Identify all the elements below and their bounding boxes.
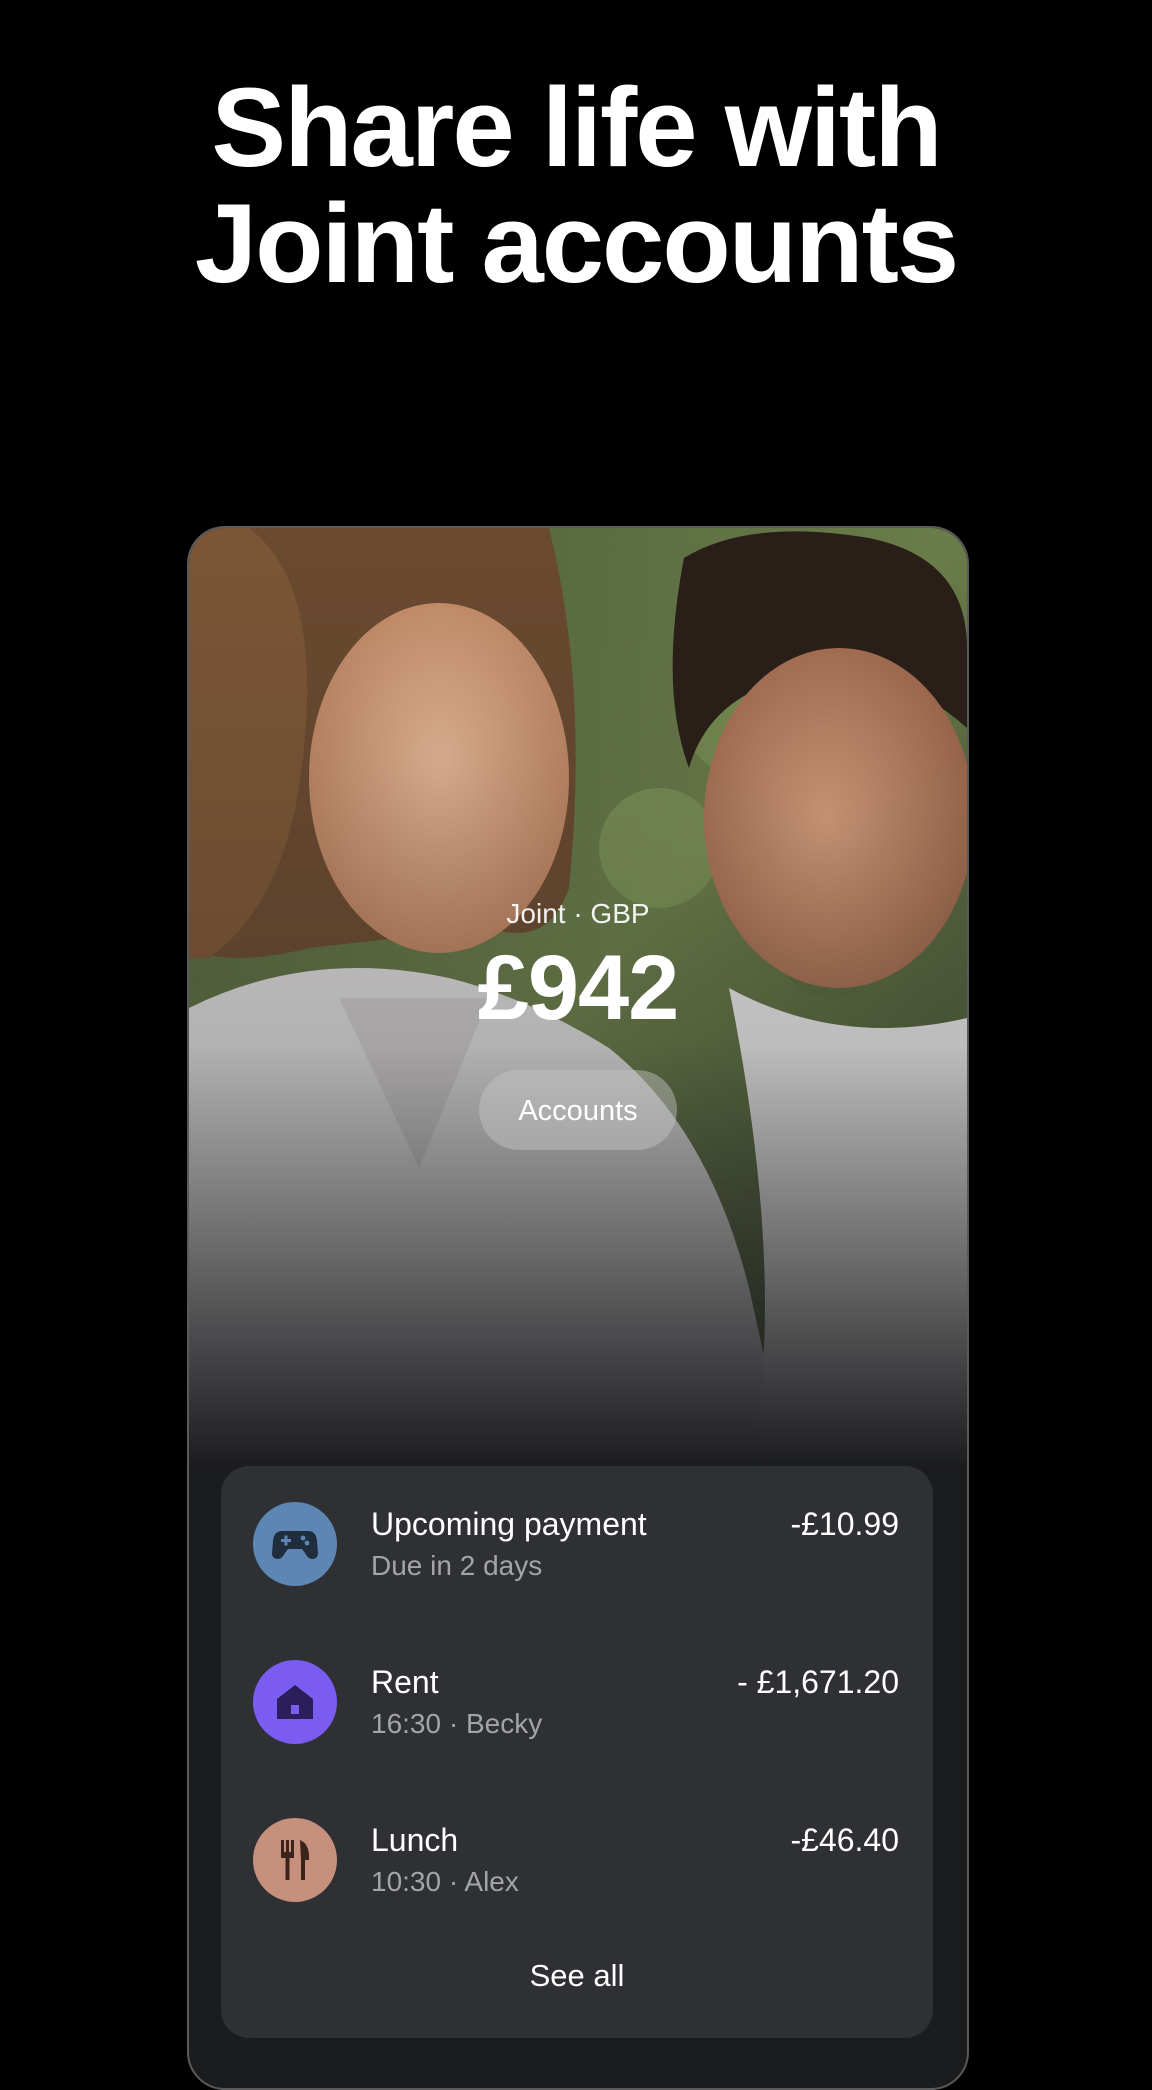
transaction-subtitle: 16:30 · Becky (371, 1708, 543, 1739)
transaction-title: Upcoming payment (371, 1506, 647, 1542)
account-label: Joint · GBP (506, 898, 650, 929)
see-all-link[interactable]: See all (221, 1958, 933, 1994)
gamepad-icon (253, 1502, 337, 1586)
transaction-amount: -£10.99 (790, 1506, 899, 1542)
headline-line-2: Joint accounts (194, 181, 959, 306)
balance-amount: £942 (477, 937, 680, 1039)
cutlery-icon (253, 1818, 337, 1902)
transaction-row-upcoming-payment[interactable]: Upcoming payment Due in 2 days -£10.99 (221, 1490, 933, 1590)
transaction-subtitle: 10:30 · Alex (371, 1866, 519, 1897)
transaction-row-rent[interactable]: Rent 16:30 · Becky - £1,671.20 (221, 1648, 933, 1748)
accounts-button[interactable]: Accounts (479, 1070, 677, 1150)
headline-line-1: Share life with (211, 65, 942, 190)
house-icon (253, 1660, 337, 1744)
transactions-card: Upcoming payment Due in 2 days -£10.99 R… (221, 1466, 933, 2038)
headline: Share life with Joint accounts (0, 70, 1152, 302)
transaction-amount: - £1,671.20 (737, 1664, 899, 1700)
balance-area: Joint · GBP £942 Accounts (189, 898, 967, 1150)
transaction-title: Rent (371, 1664, 439, 1700)
transaction-row-lunch[interactable]: Lunch 10:30 · Alex -£46.40 (221, 1806, 933, 1906)
transaction-amount: -£46.40 (790, 1822, 899, 1858)
phone-mockup: Joint · GBP £942 Accounts Upcoming payme… (187, 526, 969, 2090)
transaction-title: Lunch (371, 1822, 459, 1858)
transaction-subtitle: Due in 2 days (371, 1550, 543, 1581)
